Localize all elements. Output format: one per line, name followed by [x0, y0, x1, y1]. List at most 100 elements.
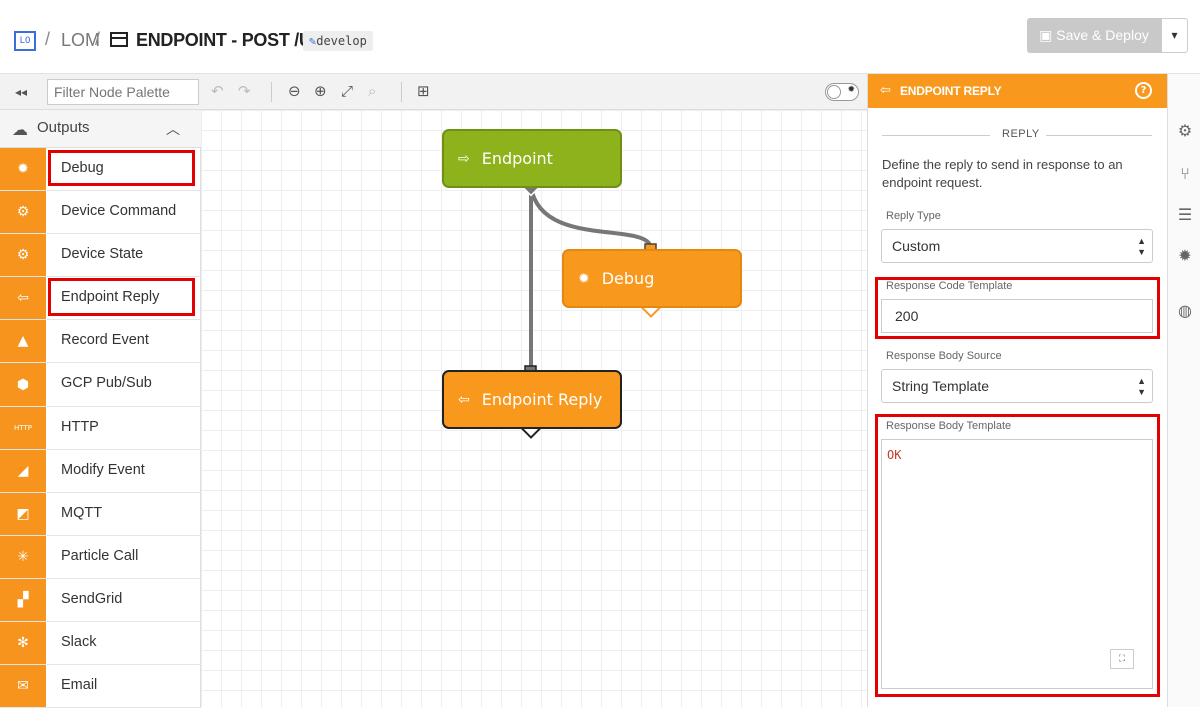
body-template-label: Response Body Template: [886, 420, 1012, 432]
collapse-palette-button[interactable]: ◂◂: [0, 74, 42, 110]
slack-icon: ✻: [0, 622, 46, 665]
body-template-code[interactable]: OK: [887, 448, 901, 462]
palette-item-label: Email: [61, 677, 98, 694]
bug-icon: ✹: [847, 85, 855, 95]
palette-item[interactable]: ⚙ Device State: [0, 234, 201, 278]
redo-icon[interactable]: ↷: [238, 82, 251, 100]
palette-item-label: GCP Pub/Sub: [61, 375, 152, 392]
body-template-editor[interactable]: OK ⛶: [881, 439, 1153, 689]
response-code-label: Response Code Template: [886, 280, 1013, 292]
reply-type-value: Custom: [892, 238, 941, 254]
palette-item-label: MQTT: [61, 504, 103, 521]
node-endpoint-reply[interactable]: ⇦ Endpoint Reply: [442, 370, 622, 429]
workflow-canvas-area: ↶ ↷ ⊖ ⊕ ⤢ ⌕ ⊞ ✹ ⇨ Endpoint ✹ Debug ⇦ End…: [201, 74, 867, 707]
palette-item[interactable]: ◢ Modify Event: [0, 449, 201, 493]
palette-item[interactable]: ✻ Slack: [0, 622, 201, 666]
email-icon: ✉: [0, 665, 46, 708]
sendgrid-icon: ▞: [0, 578, 46, 622]
expand-editor-icon[interactable]: ⛶: [1110, 649, 1134, 669]
palette-item[interactable]: ✳ Particle Call: [0, 535, 201, 579]
palette-item-label: Debug: [61, 160, 104, 176]
palette-item-label: Slack: [61, 634, 97, 651]
reply-icon: ⇦: [880, 83, 891, 98]
select-arrows-icon: ▲ ▼: [1137, 376, 1146, 397]
zoom-out-icon[interactable]: ⊖: [288, 82, 301, 100]
branch-name: develop: [316, 34, 367, 48]
category-outputs-header[interactable]: ☁ Outputs ︿: [0, 110, 201, 148]
panel-title: ENDPOINT REPLY: [900, 84, 1002, 98]
debug-toggle[interactable]: ✹: [825, 83, 859, 101]
reply-icon: ⇦: [0, 277, 46, 320]
branch-badge[interactable]: ✎develop: [303, 31, 373, 51]
panel-description: Define the reply to send in response to …: [882, 157, 1123, 190]
palette-item[interactable]: ⬢ GCP Pub/Sub: [0, 363, 201, 407]
modify-event-icon: ◢: [0, 449, 46, 492]
response-code-input[interactable]: [881, 299, 1153, 333]
app-header: LO / LOM / ENDPOINT - POST /USERS ✎devel…: [0, 0, 1200, 74]
bug-icon[interactable]: ✹: [1175, 246, 1195, 265]
section-divider: [1046, 135, 1152, 136]
right-tool-rail: ⚙ ⑂ ☰ ✹ ◍: [1167, 74, 1200, 707]
node-debug[interactable]: ✹ Debug: [562, 249, 742, 308]
toolbar-divider: [401, 82, 402, 102]
palette-item[interactable]: ▲ Record Event: [0, 320, 201, 364]
node-endpoint[interactable]: ⇨ Endpoint: [442, 129, 622, 188]
palette-item-label: Record Event: [61, 332, 149, 349]
palette-item-label: Particle Call: [61, 547, 139, 564]
breadcrumb-separator: /: [45, 29, 51, 49]
help-icon[interactable]: ?: [1135, 82, 1152, 99]
node-label: Endpoint Reply: [481, 390, 603, 409]
node-palette: ◂◂ ☁ Outputs ︿ ✹ Debug ⚙ Device Command ⚙ Dev…: [0, 74, 201, 708]
deploy-options-dropdown[interactable]: ▾: [1161, 18, 1188, 53]
palette-item[interactable]: ◩ MQTT: [0, 492, 201, 536]
wire-endpoint-debug[interactable]: [529, 186, 653, 250]
palette-item-label: Device State: [61, 246, 144, 263]
gcp-icon: ⬢: [0, 363, 46, 406]
select-arrows-icon: ▲ ▼: [1137, 236, 1146, 257]
reply-type-select[interactable]: Custom ▲ ▼: [881, 229, 1153, 263]
save-deploy-label: Save & Deploy: [1056, 27, 1149, 43]
gear-icon[interactable]: ⚙: [1175, 121, 1195, 140]
palette-item[interactable]: HTTP HTTP: [0, 406, 201, 450]
canvas-toolbar: ↶ ↷ ⊖ ⊕ ⤢ ⌕ ⊞ ✹: [201, 74, 867, 110]
palette-item[interactable]: ✉ Email: [0, 665, 201, 708]
palette-item[interactable]: ⇦ Endpoint Reply: [0, 277, 201, 321]
body-source-select[interactable]: String Template ▲ ▼: [881, 369, 1153, 403]
palette-item-label: Endpoint Reply: [61, 289, 160, 306]
save-deploy-button[interactable]: ▣ Save & Deploy: [1027, 18, 1161, 53]
event-icon: ▲: [0, 320, 46, 363]
globe-icon[interactable]: ◍: [1175, 301, 1195, 320]
endpoint-icon: ⇨: [458, 150, 470, 167]
reply-type-label: Reply Type: [886, 210, 941, 222]
palette-item[interactable]: ✹ Debug: [0, 148, 201, 192]
fit-screen-icon[interactable]: ⤢: [341, 82, 353, 100]
bug-icon: ✹: [578, 270, 590, 287]
mqtt-icon: ◩: [0, 492, 46, 535]
toolbar-divider: [271, 82, 272, 102]
zoom-reset-icon[interactable]: ⌕: [368, 82, 376, 100]
panel-header: ⇦ ENDPOINT REPLY ?: [868, 74, 1168, 108]
section-label: REPLY: [1002, 128, 1040, 140]
palette-node-list: ✹ Debug ⚙ Device Command ⚙ Device State ⇦ Endpo…: [0, 148, 201, 708]
section-divider: [882, 135, 990, 136]
add-comment-icon[interactable]: ⊞: [417, 82, 430, 100]
body-source-label: Response Body Source: [886, 350, 1002, 362]
http-icon: HTTP: [0, 406, 46, 449]
node-properties-panel: ⇦ ENDPOINT REPLY ? REPLY Define the repl…: [867, 74, 1168, 707]
category-label: Outputs: [37, 119, 90, 136]
org-logo[interactable]: LO: [14, 31, 36, 51]
palette-item[interactable]: ▞ SendGrid: [0, 578, 201, 623]
database-icon[interactable]: ☰: [1175, 205, 1195, 224]
zoom-in-icon[interactable]: ⊕: [314, 82, 327, 100]
undo-icon[interactable]: ↶: [211, 82, 224, 100]
filter-node-palette-input[interactable]: [47, 79, 199, 105]
palette-item[interactable]: ⚙ Device Command: [0, 191, 201, 235]
body-source-value: String Template: [892, 378, 990, 394]
reply-icon: ⇦: [458, 391, 470, 408]
workflow-icon: [110, 32, 128, 47]
node-label: Debug: [601, 269, 655, 288]
save-icon: ▣: [1039, 27, 1053, 43]
version-branch-icon[interactable]: ⑂: [1175, 164, 1195, 183]
particle-icon: ✳: [0, 535, 46, 578]
breadcrumb-separator: /: [95, 29, 101, 49]
